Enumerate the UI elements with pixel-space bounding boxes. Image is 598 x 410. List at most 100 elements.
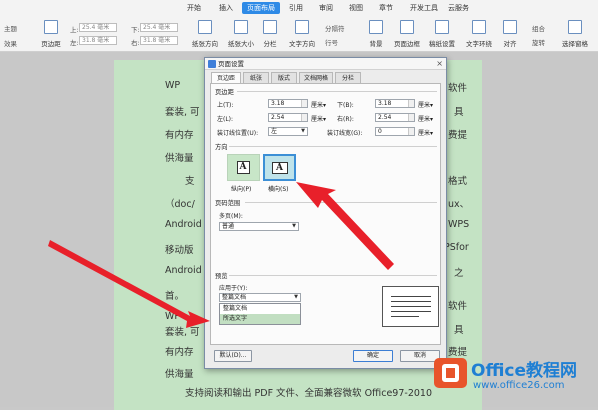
orientation-tool[interactable]: 纸张方向 (188, 18, 222, 51)
dropdown-option-selected-text[interactable]: 所选文字 (220, 314, 300, 324)
line-numbers-button[interactable]: 行号 (325, 37, 338, 47)
right-margin-input[interactable]: 2.54 (375, 113, 415, 122)
group-button[interactable]: 组合 (532, 23, 545, 33)
selection-pane-label: 选择窗格 (562, 40, 588, 48)
page-border-label: 页面边框 (394, 40, 420, 48)
tab-page-layout[interactable]: 页面布局 (242, 2, 280, 14)
multi-page-select[interactable]: 普通 ▼ (219, 222, 299, 231)
gutter-position-label: 装订线位置(U): (217, 130, 259, 137)
bottom-margin-unit[interactable]: 厘米▾ (418, 100, 433, 109)
chevron-down-icon: ▼ (292, 223, 296, 229)
margin-right-label: 右: (131, 39, 140, 47)
tab-developer[interactable]: 开发工具 (405, 2, 443, 14)
dropdown-option-whole-doc[interactable]: 整篇文档 (220, 304, 300, 314)
paper-grid-tool[interactable]: 稿纸设置 (425, 18, 459, 51)
tab-insert[interactable]: 插入 (214, 2, 238, 14)
tab-cloud[interactable]: 云服务 (443, 2, 474, 14)
doc-line-left: 套装, 可 (165, 107, 200, 118)
margin-top-field[interactable]: 25.4 毫米 (79, 23, 117, 32)
default-button[interactable]: 默认(D)... (214, 350, 252, 362)
rotate-button[interactable]: 旋转 (532, 37, 545, 47)
top-margin-unit[interactable]: 厘米▾ (311, 100, 326, 109)
multi-page-value: 普通 (222, 223, 235, 230)
tab-references[interactable]: 引用 (284, 2, 308, 14)
doc-line-left: WP (165, 311, 181, 322)
portrait-option[interactable]: A (227, 154, 260, 181)
section-divider (229, 275, 437, 276)
background-icon (369, 20, 383, 34)
tab-review[interactable]: 审阅 (314, 2, 338, 14)
margins-section-title: 页边距 (215, 89, 234, 96)
doc-line-right: 软件 (448, 301, 468, 312)
page-setup-dialog: 页面设置 × 页边距 纸张 版式 文档网格 分栏 页边距 上(T): 3.18 … (204, 57, 447, 369)
doc-line-left: Android (165, 265, 202, 276)
selection-pane-tool[interactable]: 选择窗格 (556, 18, 594, 51)
apply-to-label: 应用于(Y): (219, 285, 248, 292)
paper-grid-label: 稿纸设置 (429, 40, 455, 48)
margin-top-label: 上: (70, 26, 79, 34)
orientation-icon (198, 20, 212, 34)
right-margin-unit[interactable]: 厘米▾ (418, 114, 433, 123)
ok-button[interactable]: 确定 (353, 350, 393, 362)
margin-right-field[interactable]: 31.8 毫米 (140, 36, 178, 45)
theme-stub[interactable]: 主题 (4, 23, 17, 33)
columns-icon (263, 20, 277, 34)
office-logo-icon (434, 358, 467, 388)
landscape-icon: A (271, 161, 288, 174)
margin-bottom-field[interactable]: 25.4 毫米 (140, 23, 178, 32)
effects-stub[interactable]: 效果 (4, 38, 17, 48)
margins-icon (44, 20, 58, 34)
size-tool[interactable]: 纸张大小 (224, 18, 258, 51)
text-direction-label: 文字方向 (289, 40, 315, 48)
margin-bottom-label: 下: (131, 26, 140, 34)
text-direction-tool[interactable]: 文字方向 (284, 18, 320, 51)
preview-line (391, 296, 431, 297)
background-tool[interactable]: 背景 (363, 18, 389, 51)
doc-line-left: 首。 (165, 291, 185, 302)
left-margin-label: 左(L): (217, 116, 234, 123)
align-label: 对齐 (503, 40, 517, 48)
bottom-margin-label: 下(B): (337, 102, 354, 109)
left-margin-unit[interactable]: 厘米▾ (311, 114, 326, 123)
breaks-button[interactable]: 分隔符 (325, 23, 345, 33)
ribbon-tabs: 开始 插入 页面布局 引用 审阅 视图 章节 开发工具 云服务 (0, 0, 598, 16)
gutter-width-input[interactable]: 0 (375, 127, 415, 136)
close-icon[interactable]: × (436, 58, 443, 69)
doc-line-right: PSfor (444, 242, 469, 253)
preview-line (391, 301, 431, 302)
gutter-width-label: 装订线宽(G): (327, 130, 363, 137)
chevron-down-icon: ▼ (301, 128, 305, 134)
align-tool[interactable]: 对齐 (497, 18, 523, 51)
gutter-width-unit[interactable]: 厘米▾ (418, 128, 433, 137)
tab-chapter[interactable]: 章节 (374, 2, 398, 14)
text-wrap-label: 文字环绕 (466, 40, 492, 48)
margin-left-field[interactable]: 31.8 毫米 (79, 36, 117, 45)
bottom-margin-input[interactable]: 3.18 (375, 99, 415, 108)
dialog-titlebar[interactable]: 页面设置 × (205, 58, 446, 70)
orientation-section-title: 方向 (215, 144, 228, 151)
paper-size-icon (234, 20, 248, 34)
size-label: 纸张大小 (228, 40, 254, 48)
right-margin-label: 右(R): (337, 116, 354, 123)
left-margin-input[interactable]: 2.54 (268, 113, 308, 122)
text-wrap-tool[interactable]: 文字环绕 (461, 18, 497, 51)
page-setup-icon (208, 60, 216, 68)
page-border-tool[interactable]: 页面边框 (389, 18, 425, 51)
landscape-option[interactable]: A (263, 154, 296, 181)
background-label: 背景 (369, 40, 383, 48)
doc-line-left: 移动版 (165, 245, 194, 256)
selection-pane-icon (568, 20, 582, 34)
gutter-position-select[interactable]: 左 ▼ (268, 127, 308, 136)
doc-line-left: 供海量 (165, 153, 194, 164)
margins-tool[interactable]: 页边距 (36, 18, 66, 51)
top-margin-input[interactable]: 3.18 (268, 99, 308, 108)
doc-line-left: Android (165, 219, 202, 230)
apply-to-select[interactable]: 整篇文档 ▼ (219, 293, 301, 302)
tab-view[interactable]: 视图 (344, 2, 368, 14)
ribbon-tools: 主题 效果 页边距 上: 25.4 毫米 左: 31.8 毫米 下: 25.4 … (0, 18, 598, 51)
doc-line-left: 支 (185, 176, 195, 187)
columns-tool[interactable]: 分栏 (258, 18, 282, 51)
section-divider (237, 91, 437, 92)
tab-home[interactable]: 开始 (182, 2, 206, 14)
orientation-label: 纸张方向 (192, 40, 218, 48)
